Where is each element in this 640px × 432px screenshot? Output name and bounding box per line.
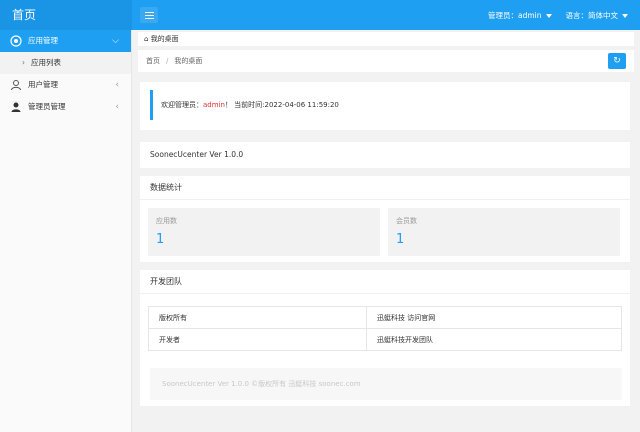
brand-home-link[interactable]: 首页 — [0, 0, 132, 30]
team-title: 开发团队 — [140, 270, 630, 294]
welcome-message: 欢迎管理员：admin！ 当前时间:2022-04-06 11:59:20 — [150, 90, 622, 120]
team-row-label: 开发者 — [148, 328, 367, 351]
welcome-username: admin — [203, 101, 225, 109]
stat-apps: 应用数 1 — [148, 208, 380, 256]
footer-copyright: SoonecUcenter Ver 1.0.0 ©版权所有 迅蜓科技 soone… — [150, 368, 622, 400]
menu-toggle-button[interactable] — [140, 7, 158, 23]
admin-label: 管理员：admin — [488, 10, 542, 20]
team-row-value: 迅蜓科技开发团队 — [366, 328, 622, 351]
admin-icon — [11, 102, 21, 112]
top-bar: 首页 管理员：admin 语言：简体中文 — [0, 0, 640, 30]
refresh-icon: ↻ — [613, 56, 621, 66]
hamburger-icon — [144, 11, 154, 13]
home-icon: ⌂ — [144, 35, 149, 43]
stat-members-label: 会员数 — [396, 217, 417, 225]
breadcrumb-separator: / — [166, 57, 169, 65]
team-row-label: 版权所有 — [148, 306, 367, 329]
apps-icon — [10, 35, 22, 47]
top-right-menu: 管理员：admin 语言：简体中文 — [488, 0, 628, 30]
sidebar-item-label: 用户管理 — [28, 80, 58, 89]
version-card: SoonecUcenter Ver 1.0.0 — [140, 142, 630, 168]
stat-apps-value: 1 — [156, 232, 165, 247]
tab-label: 我的桌面 — [150, 35, 179, 43]
language-label: 语言：简体中文 — [565, 10, 619, 20]
admin-dropdown[interactable]: 管理员：admin — [488, 10, 552, 21]
breadcrumb: 首页 / 我的桌面 ↻ — [138, 50, 634, 72]
sidebar-item-app-management[interactable]: 应用管理 ⌵ — [0, 30, 131, 52]
chevron-left-icon: ‹ — [115, 102, 119, 112]
table-row: 开发者 迅蜓科技开发团队 — [148, 328, 622, 351]
chevron-down-icon: ⌵ — [112, 36, 119, 46]
sidebar-item-user-management[interactable]: 用户管理 ‹ — [0, 74, 131, 96]
caret-down-icon — [622, 13, 628, 18]
tab-bar: ⌂ 我的桌面 — [138, 32, 634, 46]
user-icon — [11, 80, 21, 91]
breadcrumb-home-link[interactable]: 首页 — [146, 57, 160, 65]
sidebar-item-label: 应用管理 — [28, 36, 58, 45]
version-text: SoonecUcenter Ver 1.0.0 — [150, 150, 244, 159]
stats-title: 数据统计 — [140, 176, 630, 200]
chevron-left-icon: ‹ — [115, 80, 119, 90]
chevron-right-icon: › — [22, 58, 25, 67]
team-table: 版权所有 迅蜓科技 访问官网 开发者 迅蜓科技开发团队 — [148, 306, 622, 351]
stat-apps-label: 应用数 — [156, 217, 177, 225]
breadcrumb-current: 我的桌面 — [174, 57, 203, 65]
table-row: 版权所有 迅蜓科技 访问官网 — [148, 306, 622, 329]
team-row-value-link[interactable]: 迅蜓科技 访问官网 — [366, 306, 622, 329]
sidebar-item-label: 管理员管理 — [28, 102, 66, 111]
tab-my-desktop[interactable]: ⌂ 我的桌面 — [144, 35, 179, 43]
sidebar-item-admin-management[interactable]: 管理员管理 ‹ — [0, 96, 131, 118]
caret-down-icon — [545, 13, 552, 18]
language-dropdown[interactable]: 语言：简体中文 — [565, 10, 628, 21]
sidebar: 应用管理 ⌵ › 应用列表 用户管理 ‹ 管理员管理 ‹ — [0, 30, 132, 432]
stat-members-value: 1 — [396, 232, 405, 247]
sidebar-item-label: 应用列表 — [31, 58, 61, 67]
sidebar-item-app-list[interactable]: › 应用列表 — [0, 52, 131, 74]
stat-members: 会员数 1 — [388, 208, 620, 256]
refresh-button[interactable]: ↻ — [608, 53, 626, 69]
